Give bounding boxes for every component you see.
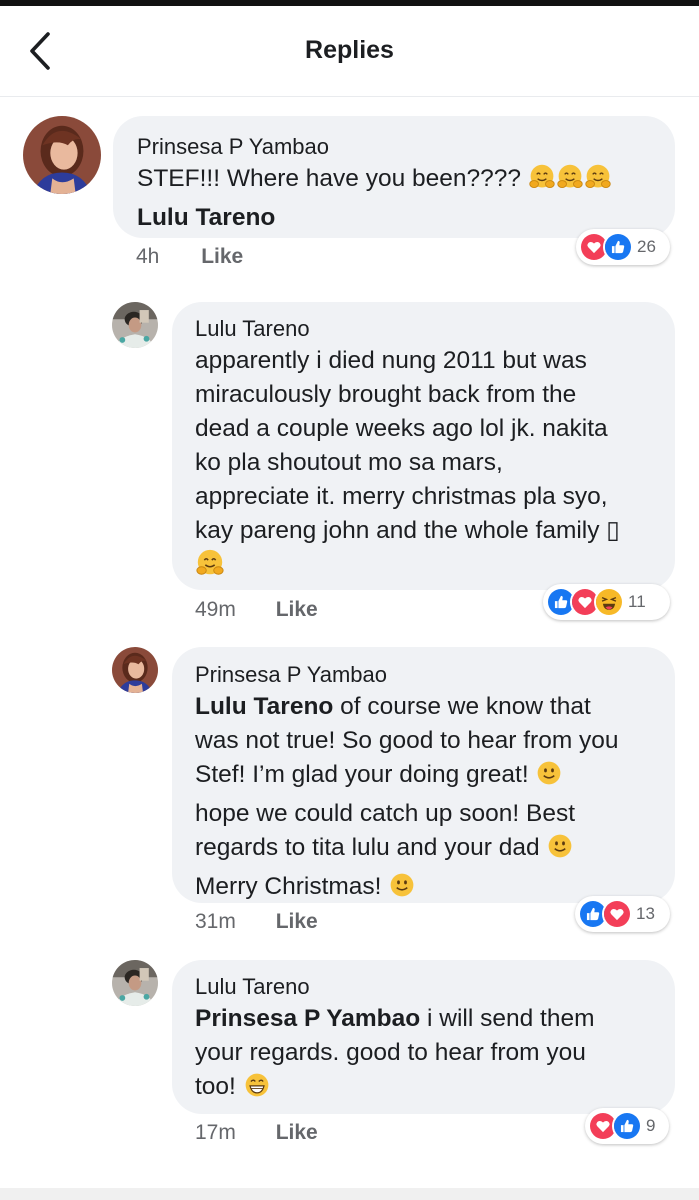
comment-author[interactable]: Prinsesa P Yambao	[137, 132, 675, 162]
comment-time: 4h	[136, 245, 160, 268]
comment-meta: 31m Like	[195, 910, 318, 934]
like-button[interactable]: Like	[276, 910, 318, 934]
reaction-summary[interactable]: 11	[543, 584, 670, 620]
like-reaction-icon	[603, 232, 633, 262]
comment-text-line: Merry Christmas!	[195, 873, 382, 900]
avatar[interactable]	[112, 302, 158, 348]
comment-time: 31m	[195, 910, 236, 933]
hugging-face-emoji-icon	[584, 163, 612, 201]
avatar[interactable]	[112, 647, 158, 693]
smiling-face-emoji-icon	[388, 871, 416, 909]
comment-text-line: apparently i died nung 2011 but was	[195, 347, 587, 374]
comment-bubble: Prinsesa P Yambao STEF!!! Where have you…	[113, 116, 675, 238]
like-reaction-icon	[612, 1111, 642, 1141]
comment-meta: 49m Like	[195, 598, 318, 622]
love-reaction-icon	[602, 899, 632, 929]
like-button[interactable]: Like	[276, 598, 318, 622]
comment-text: Lulu Tareno of course we know that was n…	[195, 690, 675, 909]
hugging-face-emoji-icon	[528, 163, 556, 201]
comment-text: apparently i died nung 2011 but was mira…	[195, 344, 675, 588]
hugging-face-emoji-icon	[195, 548, 225, 588]
comment-author[interactable]: Prinsesa P Yambao	[195, 660, 675, 690]
comment-text-line: regards to tita lulu and your dad	[195, 834, 540, 861]
comment-text-line: kay pareng john and the whole family ▯	[195, 517, 620, 544]
like-button[interactable]: Like	[201, 245, 243, 269]
comment-text-line: STEF!!! Where have you been????	[137, 165, 522, 192]
reaction-count: 9	[646, 1116, 656, 1135]
comment-author[interactable]: Lulu Tareno	[195, 314, 675, 344]
comment-text-line: too!	[195, 1073, 236, 1100]
comment-text-line: of course we know that	[333, 693, 591, 720]
comment-bubble: Lulu Tareno apparently i died nung 2011 …	[172, 302, 675, 590]
comment-meta: 4h Like	[136, 245, 243, 269]
comment-author[interactable]: Lulu Tareno	[195, 972, 675, 1002]
bottom-edge	[0, 1188, 699, 1200]
reaction-count: 13	[636, 904, 655, 923]
page-title: Replies	[305, 36, 394, 64]
header: Replies	[0, 6, 699, 97]
comment-time: 17m	[195, 1121, 236, 1144]
comment-text-line: your regards. good to hear from you	[195, 1039, 586, 1066]
reaction-summary[interactable]: 9	[585, 1108, 669, 1144]
reaction-count: 26	[637, 237, 656, 256]
comment-text-line: hope we could catch up soon! Best	[195, 800, 576, 827]
comment-text-line: dead a couple weeks ago lol jk. nakita	[195, 415, 608, 442]
comment-text-line: i will send them	[420, 1005, 595, 1032]
avatar[interactable]	[23, 116, 101, 194]
comment-meta: 17m Like	[195, 1121, 318, 1145]
comment-text-line: appreciate it. merry christmas pla syo,	[195, 483, 608, 510]
hugging-face-emoji-icon	[556, 163, 584, 201]
comment-text-line: ko pla shoutout mo sa mars,	[195, 449, 503, 476]
reaction-count: 11	[628, 592, 646, 611]
haha-reaction-icon	[594, 587, 624, 617]
comment-text-line: Stef! I’m glad your doing great!	[195, 761, 529, 788]
comment-text-line: miraculously brought back from the	[195, 381, 577, 408]
comment-text: STEF!!! Where have you been????	[137, 162, 675, 201]
like-button[interactable]: Like	[276, 1121, 318, 1145]
comment-text: Prinsesa P Yambao i will send them your …	[195, 1002, 675, 1109]
comment-text-line: was not true! So good to hear from you	[195, 727, 619, 754]
avatar[interactable]	[112, 960, 158, 1006]
grinning-face-emoji-icon	[243, 1071, 271, 1109]
comment-mention[interactable]: Lulu Tareno	[195, 693, 333, 720]
smiling-face-emoji-icon	[546, 832, 574, 870]
comment-bubble: Lulu Tareno Prinsesa P Yambao i will sen…	[172, 960, 675, 1114]
reaction-summary[interactable]: 13	[575, 896, 670, 932]
reaction-summary[interactable]: 26	[576, 229, 670, 265]
comment-mention[interactable]: Prinsesa P Yambao	[195, 1005, 420, 1032]
comment-bubble: Prinsesa P Yambao Lulu Tareno of course …	[172, 647, 675, 903]
comment-time: 49m	[195, 598, 236, 621]
smiling-face-emoji-icon	[535, 759, 563, 797]
